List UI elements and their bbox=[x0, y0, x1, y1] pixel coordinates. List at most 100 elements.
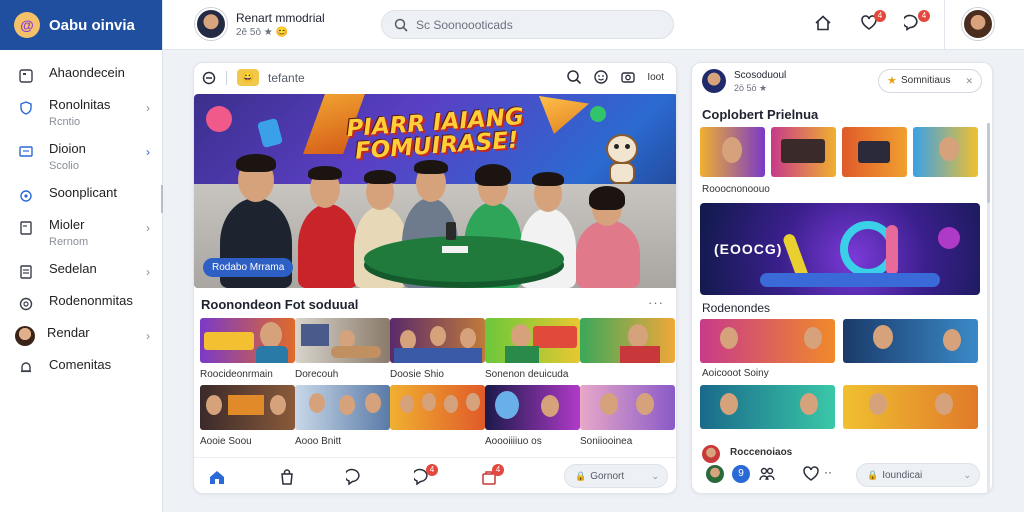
more-options-icon[interactable]: ··· bbox=[648, 295, 664, 310]
sidebar-item-sub: Rernom bbox=[49, 236, 89, 248]
person-hair bbox=[475, 164, 511, 186]
video-caption: Dorecouh bbox=[295, 369, 339, 380]
side-section-title: Coplobert Prielnua bbox=[702, 107, 819, 122]
sidebar-item-1[interactable]: Ronolnitas Rcntio › bbox=[0, 96, 162, 132]
video-thumbnail[interactable] bbox=[700, 319, 835, 363]
notification-badge: 4 bbox=[874, 10, 886, 22]
sidebar-item-5[interactable]: Sedelan › bbox=[0, 260, 162, 284]
video-caption: Aooo Bnitt bbox=[295, 436, 342, 447]
chevron-down-icon: ⌄ bbox=[651, 471, 659, 481]
video-thumbnail[interactable] bbox=[700, 127, 765, 177]
more-options-icon[interactable]: ·· bbox=[824, 465, 832, 479]
comment-dropdown[interactable]: 🔒 Gornort ⌄ bbox=[564, 464, 668, 488]
sidebar-item-2[interactable]: Dioion Scolio › bbox=[0, 140, 162, 176]
home-icon[interactable] bbox=[814, 14, 834, 34]
bag-icon[interactable] bbox=[278, 468, 296, 486]
chat-bubble-icon[interactable]: 4 bbox=[412, 464, 438, 486]
refresh-icon bbox=[18, 188, 34, 204]
video-card[interactable]: Aooo Bnitt bbox=[295, 385, 390, 447]
side-video-row bbox=[700, 385, 978, 429]
video-card[interactable]: Aooie Soou bbox=[200, 385, 295, 447]
toolbar-title: tefante bbox=[268, 71, 305, 85]
video-thumbnail bbox=[295, 318, 390, 363]
close-icon[interactable]: ✕ bbox=[965, 70, 973, 92]
chat-icon[interactable]: 4 bbox=[902, 10, 930, 34]
camera-icon[interactable] bbox=[620, 69, 636, 85]
heart-icon[interactable]: 4 bbox=[860, 10, 886, 34]
user-avatar[interactable] bbox=[962, 8, 994, 40]
hero-banner[interactable]: PIARR IAIANG FOMUIRASE! Rodabo Mrrama bbox=[194, 94, 676, 288]
store-icon[interactable]: 4 bbox=[480, 464, 504, 486]
sidebar-scrollbar[interactable] bbox=[161, 185, 163, 213]
side-scrollbar[interactable] bbox=[987, 123, 990, 493]
video-thumbnail[interactable] bbox=[843, 385, 978, 429]
sidebar-item-0[interactable]: Ahaondecein bbox=[0, 64, 162, 88]
video-caption: Doosie Shio bbox=[390, 369, 444, 380]
avatar[interactable] bbox=[702, 69, 726, 93]
table bbox=[364, 236, 564, 282]
side-thumb-row bbox=[700, 127, 978, 177]
sidebar-item-7[interactable]: Rendar › bbox=[0, 324, 162, 348]
video-thumbnail[interactable] bbox=[771, 127, 836, 177]
monitor-icon bbox=[18, 144, 34, 160]
section-title: Roonondeon Fot soduual bbox=[201, 297, 359, 312]
chat-icon[interactable] bbox=[344, 468, 364, 486]
sidebar-item-label: Mioler bbox=[49, 217, 85, 232]
person-hair bbox=[308, 166, 342, 180]
video-thumbnail bbox=[390, 385, 485, 430]
comment-dropdown[interactable]: 🔒 Ioundicai ⌄ bbox=[856, 463, 980, 487]
video-caption: Aooie Soou bbox=[200, 436, 252, 447]
sidebar-item-3[interactable]: Soonplicant bbox=[0, 184, 162, 208]
video-card[interactable]: Dorecouh bbox=[295, 318, 390, 380]
side-section-title: Rodenondes bbox=[702, 301, 771, 315]
chevron-right-icon: › bbox=[146, 145, 150, 159]
video-thumbnail[interactable] bbox=[842, 127, 907, 177]
video-card[interactable]: Roocideonrmain bbox=[200, 318, 295, 380]
comment-dropdown-label: Gornort bbox=[590, 471, 625, 482]
video-thumbnail bbox=[200, 318, 295, 363]
search-input[interactable]: Sc Soonoooticads bbox=[381, 10, 674, 39]
menu-icon[interactable] bbox=[202, 71, 216, 85]
video-card[interactable]: Doosie Shio bbox=[390, 318, 485, 380]
brand-header[interactable]: @ Oabu oinvia bbox=[0, 0, 162, 50]
emoji-icon[interactable]: 😀 bbox=[237, 69, 259, 86]
side-video-row bbox=[700, 319, 978, 363]
scrollbar-thumb[interactable] bbox=[987, 123, 990, 203]
person-hair bbox=[414, 160, 448, 174]
video-thumbnail[interactable] bbox=[843, 319, 978, 363]
video-card[interactable]: Aoooiiiiuo os bbox=[485, 385, 580, 447]
decoration bbox=[206, 106, 232, 132]
smiley-icon[interactable] bbox=[593, 69, 609, 85]
heart-icon[interactable] bbox=[802, 465, 820, 488]
side-header-meta: 2ō 5ō ★ bbox=[734, 83, 768, 93]
shield-icon bbox=[18, 100, 34, 116]
divider bbox=[944, 0, 945, 50]
hero-tag[interactable]: Rodabo Mrrama bbox=[203, 258, 294, 277]
video-thumbnail[interactable] bbox=[913, 127, 978, 177]
video-card[interactable]: Soniiooinea bbox=[580, 385, 675, 447]
video-card[interactable]: Sonenon deuicuda bbox=[485, 318, 580, 380]
decoration bbox=[256, 117, 284, 149]
count-badge[interactable]: 9 bbox=[732, 465, 750, 483]
subscribe-button[interactable]: ★ Somnitiaus ✕ bbox=[878, 69, 982, 93]
chevron-right-icon: › bbox=[146, 101, 150, 115]
people-icon[interactable] bbox=[758, 465, 776, 488]
sidebar-item-8[interactable]: Comenitas bbox=[0, 356, 162, 380]
avatar[interactable] bbox=[706, 465, 724, 483]
square-icon bbox=[18, 68, 34, 84]
sidebar-item-4[interactable]: Mioler Rernom › bbox=[0, 216, 162, 252]
search-icon[interactable] bbox=[566, 69, 582, 85]
sidebar-nav: Ahaondecein Ronolnitas Rcntio › Dioion Sco… bbox=[0, 50, 162, 380]
video-card[interactable] bbox=[390, 385, 485, 447]
video-thumbnail[interactable] bbox=[700, 385, 835, 429]
toolbar-label[interactable]: Ioot bbox=[647, 72, 664, 83]
avatar[interactable] bbox=[195, 8, 227, 40]
sidebar-item-sub: Rcntio bbox=[49, 116, 81, 128]
lock-icon: 🔒 bbox=[867, 470, 879, 480]
featured-banner[interactable]: (EOOCG) bbox=[700, 203, 980, 295]
home-icon[interactable] bbox=[208, 468, 226, 486]
sidebar-item-6[interactable]: Rodenonmitas bbox=[0, 292, 162, 316]
video-card[interactable] bbox=[580, 318, 675, 380]
side-row-caption: Rooocnonoouo bbox=[702, 184, 770, 195]
search-placeholder: Sc Soonoooticads bbox=[416, 17, 513, 32]
